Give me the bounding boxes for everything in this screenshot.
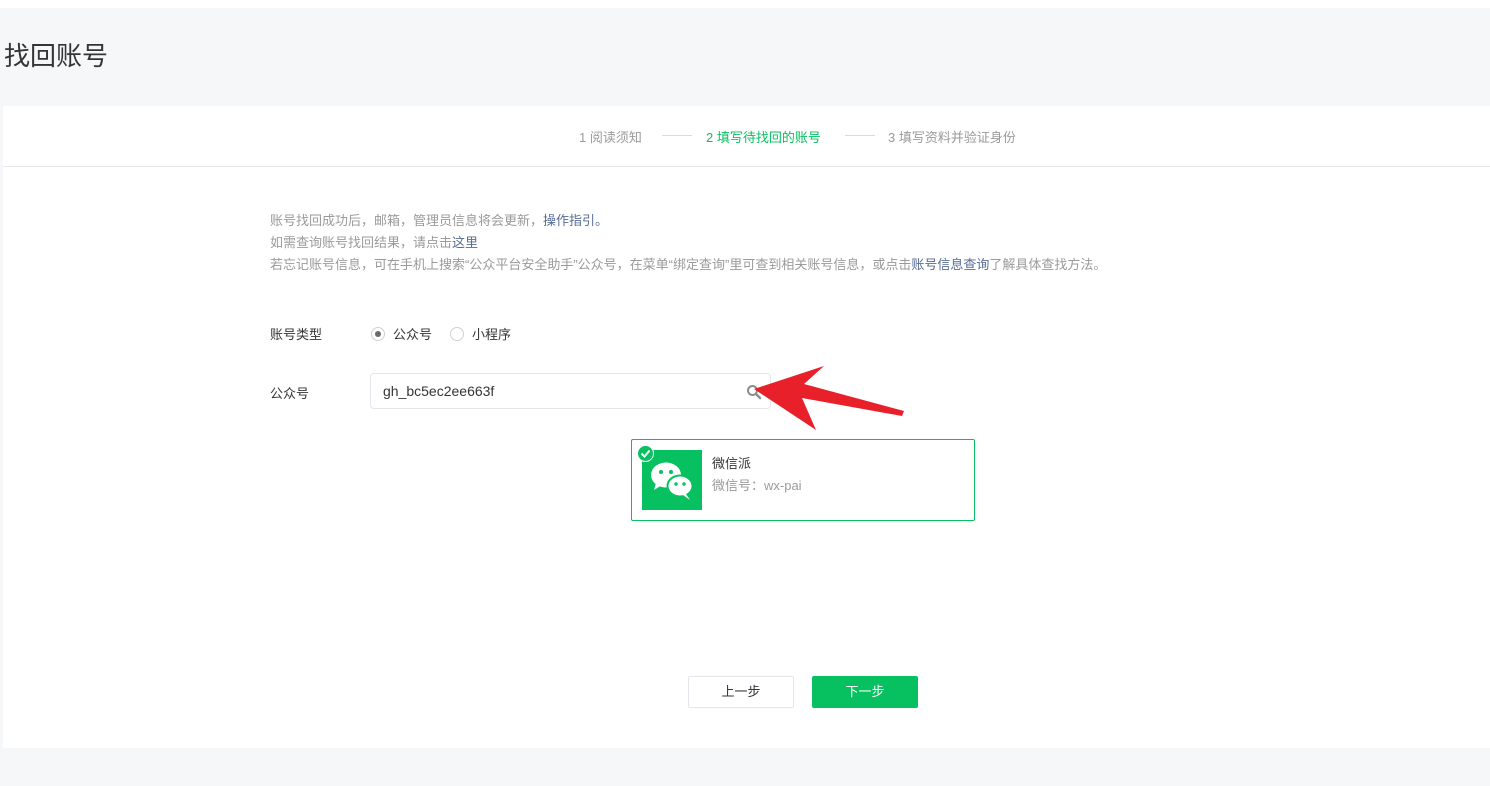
notice-line-1: 账号找回成功后，邮箱，管理员信息将会更新，操作指引。 (270, 210, 1106, 232)
content-card: 1 阅读须知 2 填写待找回的账号 3 填写资料并验证身份 账号找回成功后，邮箱… (3, 106, 1490, 748)
search-input-value: gh_bc5ec2ee663f (383, 383, 495, 399)
page-title: 找回账号 (4, 41, 109, 71)
result-account-name: 微信派 (712, 456, 752, 471)
radio-mini-program[interactable]: 小程序 (450, 324, 511, 343)
notice-line-2-text: 如需查询账号找回结果，请点击 (270, 235, 453, 250)
account-field-label: 公众号 (270, 386, 310, 401)
result-wechat-id: 微信号：wx-pai (712, 478, 802, 493)
step-2-active: 2 填写待找回的账号 (706, 130, 821, 145)
account-search-input[interactable]: gh_bc5ec2ee663f (370, 373, 771, 409)
step-1: 1 阅读须知 (579, 130, 642, 145)
check-icon (637, 445, 654, 462)
radio-official-account-label: 公众号 (393, 327, 433, 342)
radio-official-account[interactable]: 公众号 (371, 324, 432, 343)
notice-line-3-suffix: 了解具体查找方法。 (989, 257, 1107, 272)
account-type-label: 账号类型 (270, 327, 323, 342)
notice-line-1-text: 账号找回成功后，邮箱，管理员信息将会更新， (270, 213, 544, 228)
account-info-query-link[interactable]: 账号信息查询 (911, 257, 989, 272)
top-strip (0, 0, 1490, 8)
radio-checked-icon (371, 326, 385, 341)
account-type-radio-group: 公众号 小程序 (371, 324, 529, 343)
step-3: 3 填写资料并验证身份 (888, 130, 1016, 145)
next-step-button[interactable]: 下一步 (812, 676, 918, 708)
search-result-card[interactable]: 微信派 微信号：wx-pai (631, 439, 975, 521)
step-divider (662, 135, 692, 136)
previous-step-button[interactable]: 上一步 (688, 676, 794, 708)
step-divider (845, 135, 875, 136)
radio-unchecked-icon (450, 326, 465, 341)
notice-line-3-text: 若忘记账号信息，可在手机上搜索“公众平台安全助手”公众号，在菜单“绑定查询”里可… (270, 257, 912, 272)
notice-text: 账号找回成功后，邮箱，管理员信息将会更新，操作指引。 如需查询账号找回结果，请点… (270, 210, 1106, 276)
notice-line-3: 若忘记账号信息，可在手机上搜索“公众平台安全助手”公众号，在菜单“绑定查询”里可… (270, 254, 1106, 276)
step-indicator: 1 阅读须知 2 填写待找回的账号 3 填写资料并验证身份 (3, 106, 1490, 167)
query-result-link[interactable]: 这里 (452, 235, 478, 250)
notice-line-2: 如需查询账号找回结果，请点击这里 (270, 232, 1106, 254)
guide-link[interactable]: 操作指引。 (543, 213, 608, 228)
red-arrow-icon (754, 366, 904, 430)
radio-mini-program-label: 小程序 (472, 327, 512, 342)
